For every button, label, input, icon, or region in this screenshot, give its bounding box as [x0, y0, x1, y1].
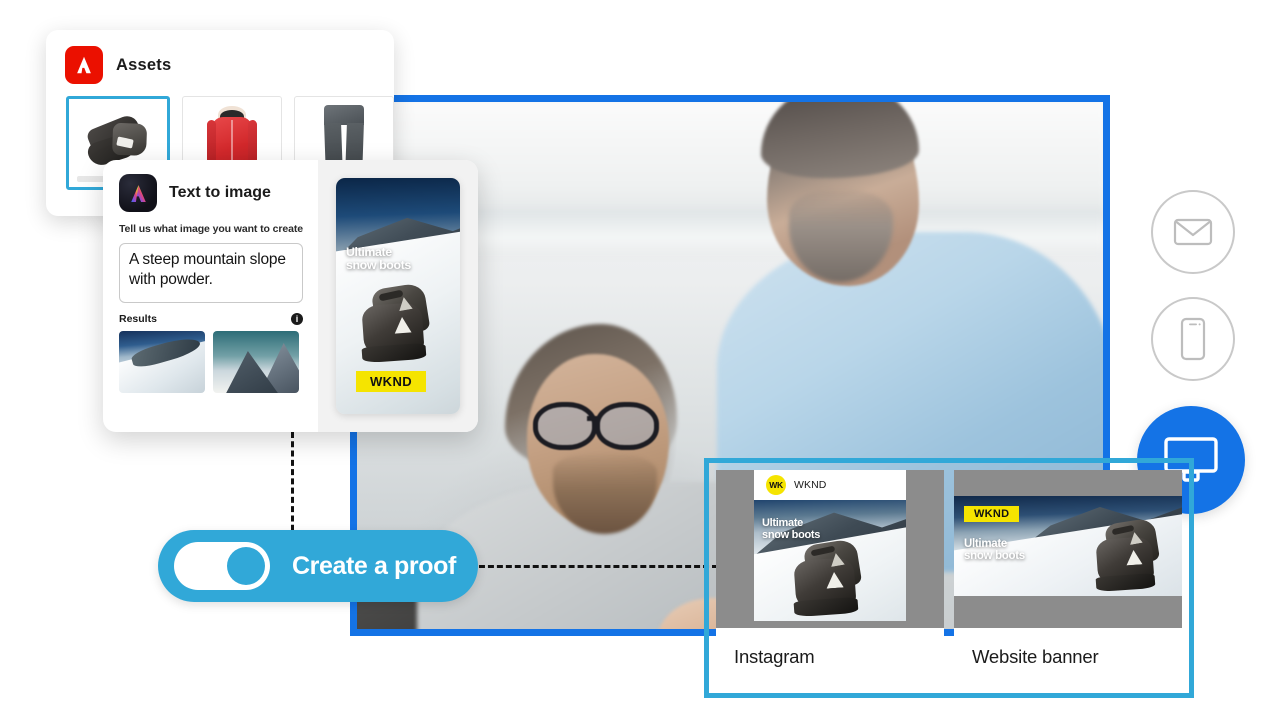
results-header: Results i — [119, 313, 303, 325]
instagram-post-image: Ultimate snow boots — [754, 500, 906, 621]
email-channel-button[interactable] — [1151, 190, 1235, 274]
instagram-card-label: Instagram — [734, 646, 815, 667]
text-to-image-panel[interactable]: Text to image Tell us what image you wan… — [103, 160, 478, 432]
story-brand-tag: WKND — [356, 371, 427, 392]
website-banner: WKND Ultimate snow boots — [954, 496, 1182, 596]
text-to-image-header: Text to image — [119, 174, 318, 212]
create-proof-button[interactable]: Create a proof — [158, 530, 478, 602]
info-icon[interactable]: i — [291, 313, 303, 325]
toggle-knob — [227, 547, 265, 585]
website-banner-card[interactable]: WKND Ultimate snow boots Website banner — [954, 470, 1182, 686]
scene: Assets Text to image Tell us what image … — [0, 0, 1280, 720]
mobile-channel-button[interactable] — [1151, 297, 1235, 381]
adobe-logo — [65, 46, 103, 84]
banner-headline: Ultimate snow boots — [964, 538, 1025, 562]
instagram-post: WK WKND Ultimate snow boots — [754, 470, 906, 621]
website-banner-card-footer: Website banner — [954, 628, 1182, 686]
result-mountain-1[interactable] — [119, 331, 205, 393]
mobile-icon — [1180, 317, 1206, 361]
photo-person-seated-glasses — [533, 402, 667, 450]
text-to-image-form: Text to image Tell us what image you wan… — [103, 160, 318, 432]
connector-horizontal — [470, 565, 718, 568]
connector-vertical — [291, 432, 294, 540]
instagram-post-header: WK WKND — [754, 470, 906, 500]
assets-header: Assets — [46, 30, 394, 84]
banner-brand-tag: WKND — [964, 506, 1020, 522]
text-to-image-preview-pane: Ultimate snow boots WKND — [318, 160, 478, 432]
instagram-card[interactable]: WK WKND Ultimate snow boots Instagram — [716, 470, 944, 686]
results-label: Results — [119, 313, 157, 325]
channel-preview-cards: WK WKND Ultimate snow boots Instagram WK… — [704, 458, 1194, 698]
email-icon — [1173, 218, 1213, 246]
instagram-headline: Ultimate snow boots — [762, 517, 821, 541]
results-thumbnails — [119, 331, 318, 393]
story-preview[interactable]: Ultimate snow boots WKND — [336, 178, 460, 414]
banner-boot-art — [1094, 517, 1174, 594]
website-banner-card-media: WKND Ultimate snow boots — [954, 470, 1182, 628]
photo-person-standing-hair — [761, 102, 919, 178]
result-mountain-2[interactable] — [213, 331, 299, 393]
avatar: WK — [766, 475, 786, 495]
story-headline: Ultimate snow boots — [346, 245, 411, 272]
create-proof-toggle[interactable] — [174, 542, 270, 590]
create-proof-label: Create a proof — [292, 551, 456, 580]
instagram-boot-art — [792, 537, 878, 620]
story-boot-art — [360, 281, 446, 366]
instagram-card-media: WK WKND Ultimate snow boots — [716, 470, 944, 628]
firefly-logo — [119, 174, 157, 212]
assets-title: Assets — [116, 55, 172, 74]
instagram-account-name: WKND — [794, 479, 827, 491]
text-to-image-title: Text to image — [169, 184, 271, 201]
prompt-input[interactable]: A steep mountain slope with powder. — [119, 243, 303, 303]
instagram-card-footer: Instagram — [716, 628, 944, 686]
website-banner-card-label: Website banner — [972, 646, 1099, 667]
text-to-image-subtitle: Tell us what image you want to create — [119, 223, 303, 235]
